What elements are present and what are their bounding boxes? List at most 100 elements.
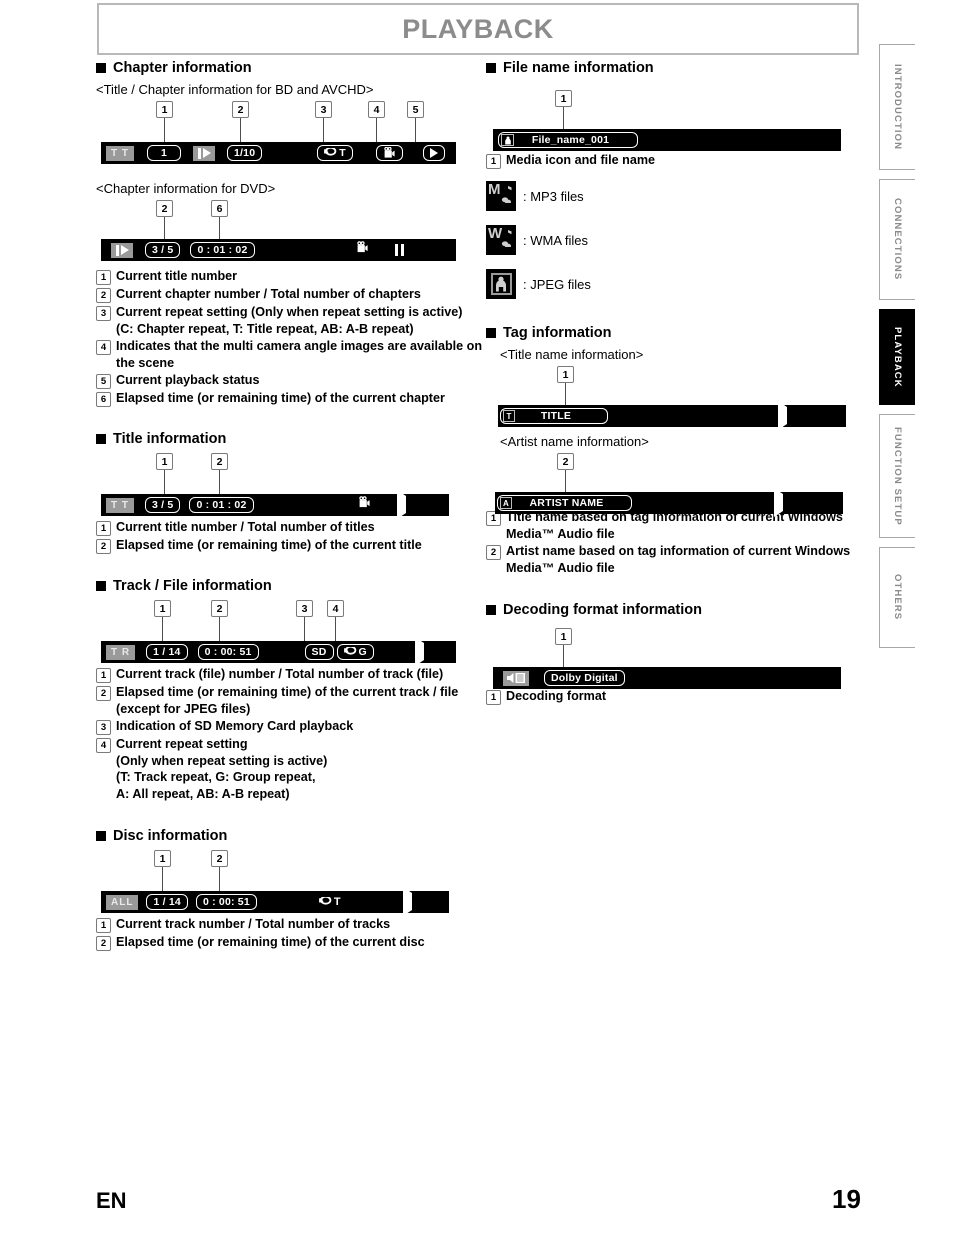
osd-bar-title-tag-wrapper: 1 T TITLE (486, 366, 866, 430)
item-number: 5 (96, 374, 111, 389)
osd-bar-track: T R 1 / 14 0 : 00: 51 SD G (101, 637, 456, 666)
disc-info-legend-list: 1 Current track number / Total number of… (96, 916, 484, 951)
leader-line (415, 118, 417, 142)
media-legend-wma: W : WMA files (486, 225, 866, 255)
list-item: 2 Elapsed time (or remaining time) of th… (96, 537, 484, 554)
elapsed-time: 0 : 01 : 02 (190, 242, 255, 258)
heading-text: Disc information (113, 828, 228, 844)
leader-line (563, 645, 565, 667)
osd-bar-filename: File_name_001 (493, 129, 841, 151)
osd-bar-bd: T T 1 1/10 T (101, 142, 456, 164)
sidebar-item-others[interactable]: OTHERS (879, 547, 915, 648)
current-title-number: 1 (147, 145, 181, 161)
sidebar-item-playback[interactable]: PLAYBACK (879, 309, 915, 405)
repeat-setting-chip: T (317, 145, 353, 161)
item-number: 2 (486, 545, 501, 560)
repeat-loop-icon (324, 147, 337, 156)
item-text: Current title number / Total number of t… (116, 520, 375, 534)
section-track-file-information: Track / File information 1 2 3 4 T R 1 /… (96, 578, 484, 802)
media-legend-label: : WMA files (523, 232, 589, 248)
callout-1: 1 (154, 600, 171, 617)
osd-bar-disc: ALL 1 / 14 0 : 00: 51 T (101, 887, 449, 916)
bullet-square-icon (96, 63, 106, 73)
sidebar-item-label: OTHERS (892, 574, 903, 621)
callout-5: 5 (407, 101, 424, 118)
callout-4: 4 (368, 101, 385, 118)
title-type-tag: T T (106, 145, 134, 161)
repeat-setting-chip: G (336, 644, 374, 660)
file-name-chip: File_name_001 (498, 132, 638, 148)
item-text: Current track number / Total number of t… (116, 917, 391, 931)
osd-bar-dvd: 3 / 5 0 : 01 : 02 (101, 239, 456, 261)
leader-line (219, 470, 221, 494)
media-legend-label: : JPEG files (523, 276, 591, 292)
playback-status-icon (193, 145, 215, 161)
sidebar-item-connections[interactable]: CONNECTIONS (879, 179, 915, 300)
item-number: 2 (96, 686, 111, 701)
section-chapter-information: Chapter information <Title / Chapter inf… (96, 60, 484, 407)
callout-2: 2 (211, 850, 228, 867)
item-number: 1 (96, 521, 111, 536)
multi-angle-icon-plain (358, 496, 371, 514)
item-number: 2 (96, 539, 111, 554)
play-icon (396, 490, 406, 519)
person-glyph (496, 276, 506, 292)
item-number: 1 (486, 690, 501, 705)
playback-status-icon (111, 242, 133, 258)
elapsed-time: 0 : 00: 51 (197, 644, 259, 660)
track-info-legend-list: 1 Current track (file) number / Total nu… (96, 666, 484, 802)
list-item: 6 Elapsed time (or remaining time) of th… (96, 390, 484, 407)
repeat-letter: T (333, 896, 341, 908)
leader-line (565, 470, 567, 492)
item-text: Current track (file) number / Total numb… (116, 667, 444, 681)
osd-bar-filename-wrapper: 1 File_name_001 (486, 90, 866, 151)
item-text: Elapsed time (or remaining time) of the … (116, 935, 425, 949)
play-status-chip (422, 145, 445, 161)
repeat-letter: G (358, 645, 367, 658)
callout-1: 1 (555, 628, 572, 645)
title-type-tag: T T (106, 497, 134, 513)
elapsed-time: 0 : 00: 51 (195, 894, 257, 910)
callout-1: 1 (557, 366, 574, 383)
subheading-title-name: <Title name information> (500, 347, 644, 362)
media-legend-label: : MP3 files (523, 188, 584, 204)
sidebar-item-introduction[interactable]: INTRODUCTION (879, 44, 915, 170)
media-legend-mp3: M : MP3 files (486, 181, 866, 211)
callout-3: 3 (296, 600, 313, 617)
media-legend-jpeg: : JPEG files (486, 269, 866, 299)
leader-line (304, 617, 306, 641)
item-number: 1 (96, 668, 111, 683)
current-title-number: 3 / 5 (145, 497, 181, 513)
subheading-dvd: <Chapter information for DVD> (96, 181, 276, 196)
sidebar-item-function-setup[interactable]: FUNCTION SETUP (879, 414, 915, 538)
list-item: 1 Media icon and file name (486, 152, 866, 169)
osd-bar-decoding-wrapper: 1 Dolby Digital (486, 628, 866, 689)
section-decoding-format-information: Decoding format information 1 Dolby Digi… (486, 602, 866, 705)
heading-text: Decoding format information (503, 602, 702, 618)
leader-line (563, 107, 565, 129)
item-text: Indication of SD Memory Card playback (116, 719, 354, 733)
chapter-info-legend-list: 1 Current title number 2 Current chapter… (96, 268, 484, 407)
heading-text: Title information (113, 431, 227, 447)
callout-2: 2 (211, 453, 228, 470)
leader-line (219, 617, 221, 641)
wma-note-icon: W (486, 225, 516, 255)
list-item: 3 Indication of SD Memory Card playback (96, 718, 484, 735)
callout-6: 6 (211, 200, 228, 217)
leader-line (162, 617, 164, 641)
camera-angle-icon (384, 147, 395, 158)
bullet-square-icon (96, 831, 106, 841)
section-heading-track-file-information: Track / File information (96, 578, 484, 594)
item-text: Media icon and file name (506, 153, 656, 167)
footer-page-number: 19 (832, 1184, 861, 1214)
artist-tag-icon: A (500, 497, 512, 509)
leader-line (240, 118, 242, 142)
left-column: Chapter information <Title / Chapter inf… (96, 60, 484, 952)
pause-icon (394, 244, 407, 256)
callout-2: 2 (557, 453, 574, 470)
current-track-number: 1 / 14 (146, 644, 188, 660)
item-text: Indicates that the multi camera angle im… (116, 339, 483, 370)
item-text: Current repeat setting (Only when repeat… (116, 737, 328, 801)
file-name-text: File_name_001 (531, 133, 610, 146)
speaker-list-icon (507, 673, 525, 683)
